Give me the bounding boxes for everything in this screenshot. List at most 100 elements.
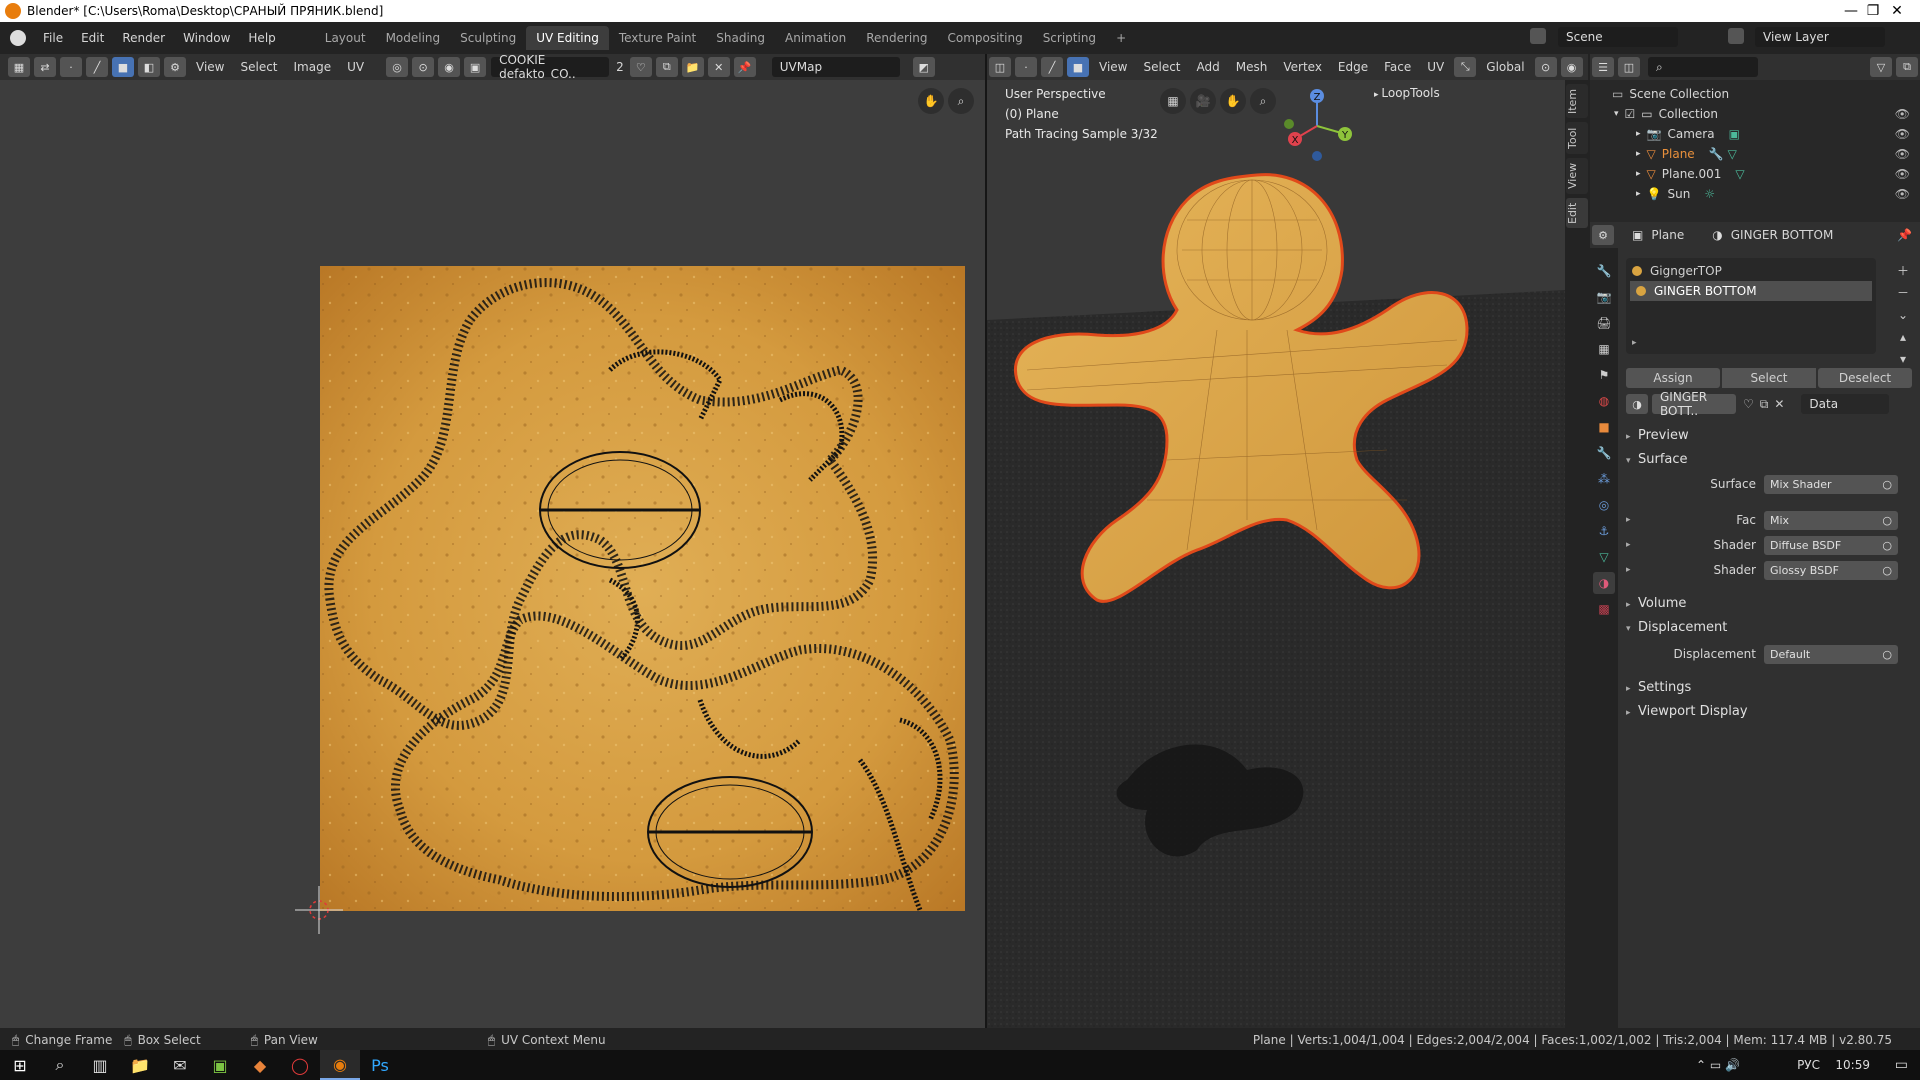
looptools-panel[interactable]: ▸ LoopTools: [1374, 86, 1440, 100]
outliner-search-input[interactable]: ⌕: [1648, 57, 1758, 77]
hand-pan-icon[interactable]: ✋: [918, 88, 944, 114]
menu-edit[interactable]: Edit: [72, 31, 113, 45]
outliner-display-mode-icon[interactable]: ◫: [1618, 57, 1640, 77]
material-slot-list[interactable]: GigngerTOP GINGER BOTTOM ▸: [1626, 258, 1876, 354]
shader1-field[interactable]: Diffuse BSDF ○: [1764, 535, 1898, 555]
data-tab-icon[interactable]: ▽: [1593, 546, 1615, 568]
notification-icon[interactable]: ▭: [1895, 1057, 1908, 1073]
deselect-button[interactable]: Deselect: [1818, 368, 1912, 388]
language-indicator[interactable]: РУС: [1797, 1058, 1820, 1072]
app-orange-icon[interactable]: ◆: [240, 1050, 280, 1080]
view-layer-tab-icon[interactable]: ▦: [1593, 338, 1615, 360]
vp-menu-add[interactable]: Add: [1189, 60, 1228, 74]
panel-displacement[interactable]: ▾ Displacement: [1626, 620, 1727, 635]
eye-icon[interactable]: 👁: [1895, 147, 1910, 161]
search-icon[interactable]: ⌕: [40, 1050, 80, 1080]
snap-icon[interactable]: ⊙: [412, 57, 435, 77]
3d-viewport[interactable]: User Perspective (0) Plane Path Tracing …: [987, 80, 1565, 1028]
vp-menu-mesh[interactable]: Mesh: [1228, 60, 1276, 74]
expand-arrow-icon[interactable]: ▸: [1626, 515, 1631, 525]
panel-settings[interactable]: ▸ Settings: [1626, 680, 1691, 695]
photoshop-icon[interactable]: Ps: [360, 1050, 400, 1080]
properties-editor-type-icon[interactable]: ⚙: [1592, 225, 1614, 245]
pivot-icon[interactable]: ◎: [386, 57, 409, 77]
panel-viewport-display[interactable]: ▸ Viewport Display: [1626, 704, 1748, 719]
tab-compositing[interactable]: Compositing: [937, 26, 1032, 50]
slot-menu-icon[interactable]: ⌄: [1894, 304, 1912, 326]
proportional-edit-icon[interactable]: ◉: [438, 57, 461, 77]
modifier-tab-icon[interactable]: 🔧: [1593, 442, 1615, 464]
expand-arrow-icon[interactable]: ▸: [1636, 189, 1641, 199]
render-tab-icon[interactable]: 📷: [1593, 286, 1615, 308]
menu-render[interactable]: Render: [113, 31, 174, 45]
tab-sculpting[interactable]: Sculpting: [450, 26, 526, 50]
vp-vertex-select-icon[interactable]: ·: [1015, 57, 1037, 77]
panel-preview[interactable]: ▸ Preview: [1626, 428, 1689, 443]
outliner-editor-type-icon[interactable]: ☰: [1592, 57, 1614, 77]
close-button[interactable]: ✕: [1874, 0, 1920, 22]
vp-zoom-icon[interactable]: ⌕: [1250, 88, 1276, 114]
displacement-field[interactable]: Default ○: [1764, 644, 1898, 664]
outliner-item-plane[interactable]: ▸ ▽ Plane 🔧 ▽ 👁: [1590, 144, 1920, 164]
opera-icon[interactable]: ◯: [280, 1050, 320, 1080]
tab-layout[interactable]: Layout: [315, 26, 376, 50]
uv-menu-image[interactable]: Image: [286, 60, 340, 74]
list-expand-icon[interactable]: ▸: [1632, 338, 1637, 348]
filter-icon[interactable]: ▽: [1870, 57, 1892, 77]
edge-select-icon[interactable]: ╱: [86, 57, 108, 77]
tab-modeling[interactable]: Modeling: [376, 26, 451, 50]
vp-hand-pan-icon[interactable]: ✋: [1220, 88, 1246, 114]
transform-orientation-value[interactable]: Global: [1478, 60, 1532, 74]
link-type-select[interactable]: Data: [1801, 394, 1890, 414]
expand-arrow-icon[interactable]: ▾: [1614, 109, 1619, 119]
zoom-icon[interactable]: ⌕: [948, 88, 974, 114]
file-explorer-icon[interactable]: 📁: [120, 1050, 160, 1080]
eye-icon[interactable]: 👁: [1895, 187, 1910, 201]
uv-map-field[interactable]: UVMap: [771, 57, 900, 77]
tab-rendering[interactable]: Rendering: [856, 26, 937, 50]
select-button[interactable]: Select: [1722, 368, 1816, 388]
sidebar-tab-item[interactable]: Item: [1566, 84, 1588, 118]
material-tab-icon[interactable]: ◑: [1593, 572, 1615, 594]
expand-arrow-icon[interactable]: ▸: [1636, 149, 1641, 159]
eye-icon[interactable]: 👁: [1895, 107, 1910, 121]
app-green-icon[interactable]: ▣: [200, 1050, 240, 1080]
output-tab-icon[interactable]: 🖨: [1593, 312, 1615, 334]
material-browse-icon[interactable]: ◑: [1626, 394, 1648, 414]
clock[interactable]: 10:59: [1835, 1058, 1870, 1072]
vp-menu-edge[interactable]: Edge: [1330, 60, 1376, 74]
material-slot-gingertop[interactable]: GigngerTOP: [1626, 261, 1876, 281]
image-name-field[interactable]: COOKIE defakto_CO..: [491, 53, 610, 81]
vp-proportional-icon[interactable]: ◉: [1560, 57, 1583, 77]
uv-menu-view[interactable]: View: [188, 60, 232, 74]
viewport-editor-type-icon[interactable]: ◫: [989, 57, 1011, 77]
material-name-field[interactable]: GINGER BOTT..: [1652, 390, 1736, 418]
scene-selector[interactable]: Scene: [1558, 27, 1678, 47]
camera-view-icon[interactable]: 🎥: [1190, 88, 1216, 114]
vp-edge-select-icon[interactable]: ╱: [1041, 57, 1063, 77]
image-browse-icon[interactable]: ▣: [464, 57, 487, 77]
uv-display-icon[interactable]: ◩: [912, 57, 935, 77]
outliner-item-camera[interactable]: ▸ 📷 Camera ▣ 👁: [1590, 124, 1920, 144]
tab-animation[interactable]: Animation: [775, 26, 856, 50]
pin-icon[interactable]: 📌: [733, 57, 756, 77]
editor-type-icon[interactable]: ▦: [8, 57, 30, 77]
expand-arrow-icon[interactable]: ▸: [1636, 129, 1641, 139]
expand-arrow-icon[interactable]: ▸: [1636, 169, 1641, 179]
uv-menu-select[interactable]: Select: [232, 60, 285, 74]
blender-taskbar-icon[interactable]: ◉: [320, 1050, 360, 1080]
new-collection-icon[interactable]: ⧉: [1896, 57, 1918, 77]
view-layer-selector[interactable]: View Layer: [1755, 27, 1885, 47]
expand-arrow-icon[interactable]: ▸: [1626, 540, 1631, 550]
move-up-icon[interactable]: ▴: [1894, 326, 1912, 348]
unlink-material-icon[interactable]: ✕: [1774, 397, 1784, 411]
particles-tab-icon[interactable]: ⁂: [1593, 468, 1615, 490]
island-select-icon[interactable]: ◧: [138, 57, 160, 77]
sticky-select-icon[interactable]: ⚙: [164, 57, 186, 77]
unlink-image-icon[interactable]: ✕: [707, 57, 730, 77]
viewport-canvas[interactable]: [987, 80, 1565, 1028]
remove-slot-icon[interactable]: －: [1894, 282, 1912, 304]
tab-shading[interactable]: Shading: [706, 26, 775, 50]
vp-menu-uv[interactable]: UV: [1419, 60, 1452, 74]
vp-snap-icon[interactable]: ⊙: [1534, 57, 1557, 77]
